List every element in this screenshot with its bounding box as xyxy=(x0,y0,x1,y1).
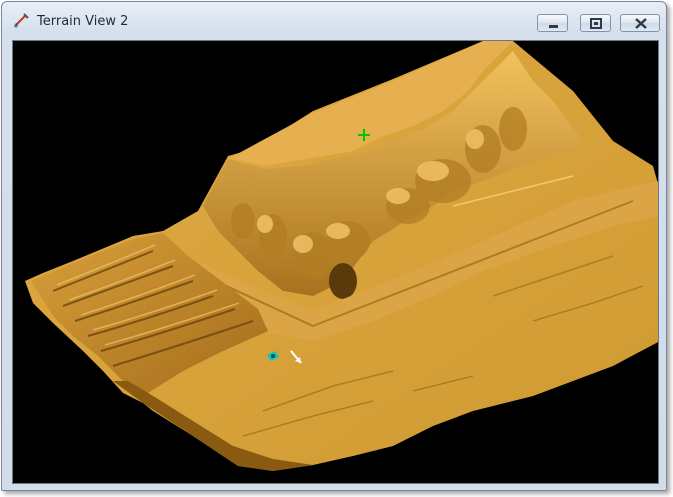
title-bar[interactable]: Terrain View 2 xyxy=(2,2,666,36)
close-icon xyxy=(635,18,647,29)
maximize-button[interactable] xyxy=(580,14,611,32)
terrain-view-window: Terrain View 2 xyxy=(1,1,667,491)
terrain-3d-viewport[interactable] xyxy=(12,40,659,484)
pencil-terrain-icon[interactable] xyxy=(12,11,30,29)
window-title: Terrain View 2 xyxy=(37,14,129,29)
terrain-cavity xyxy=(329,263,357,299)
terrain-render xyxy=(25,41,658,471)
minimize-icon xyxy=(549,25,558,28)
close-button[interactable] xyxy=(620,14,660,32)
maximize-icon xyxy=(590,18,602,29)
minimize-button[interactable] xyxy=(537,14,568,32)
